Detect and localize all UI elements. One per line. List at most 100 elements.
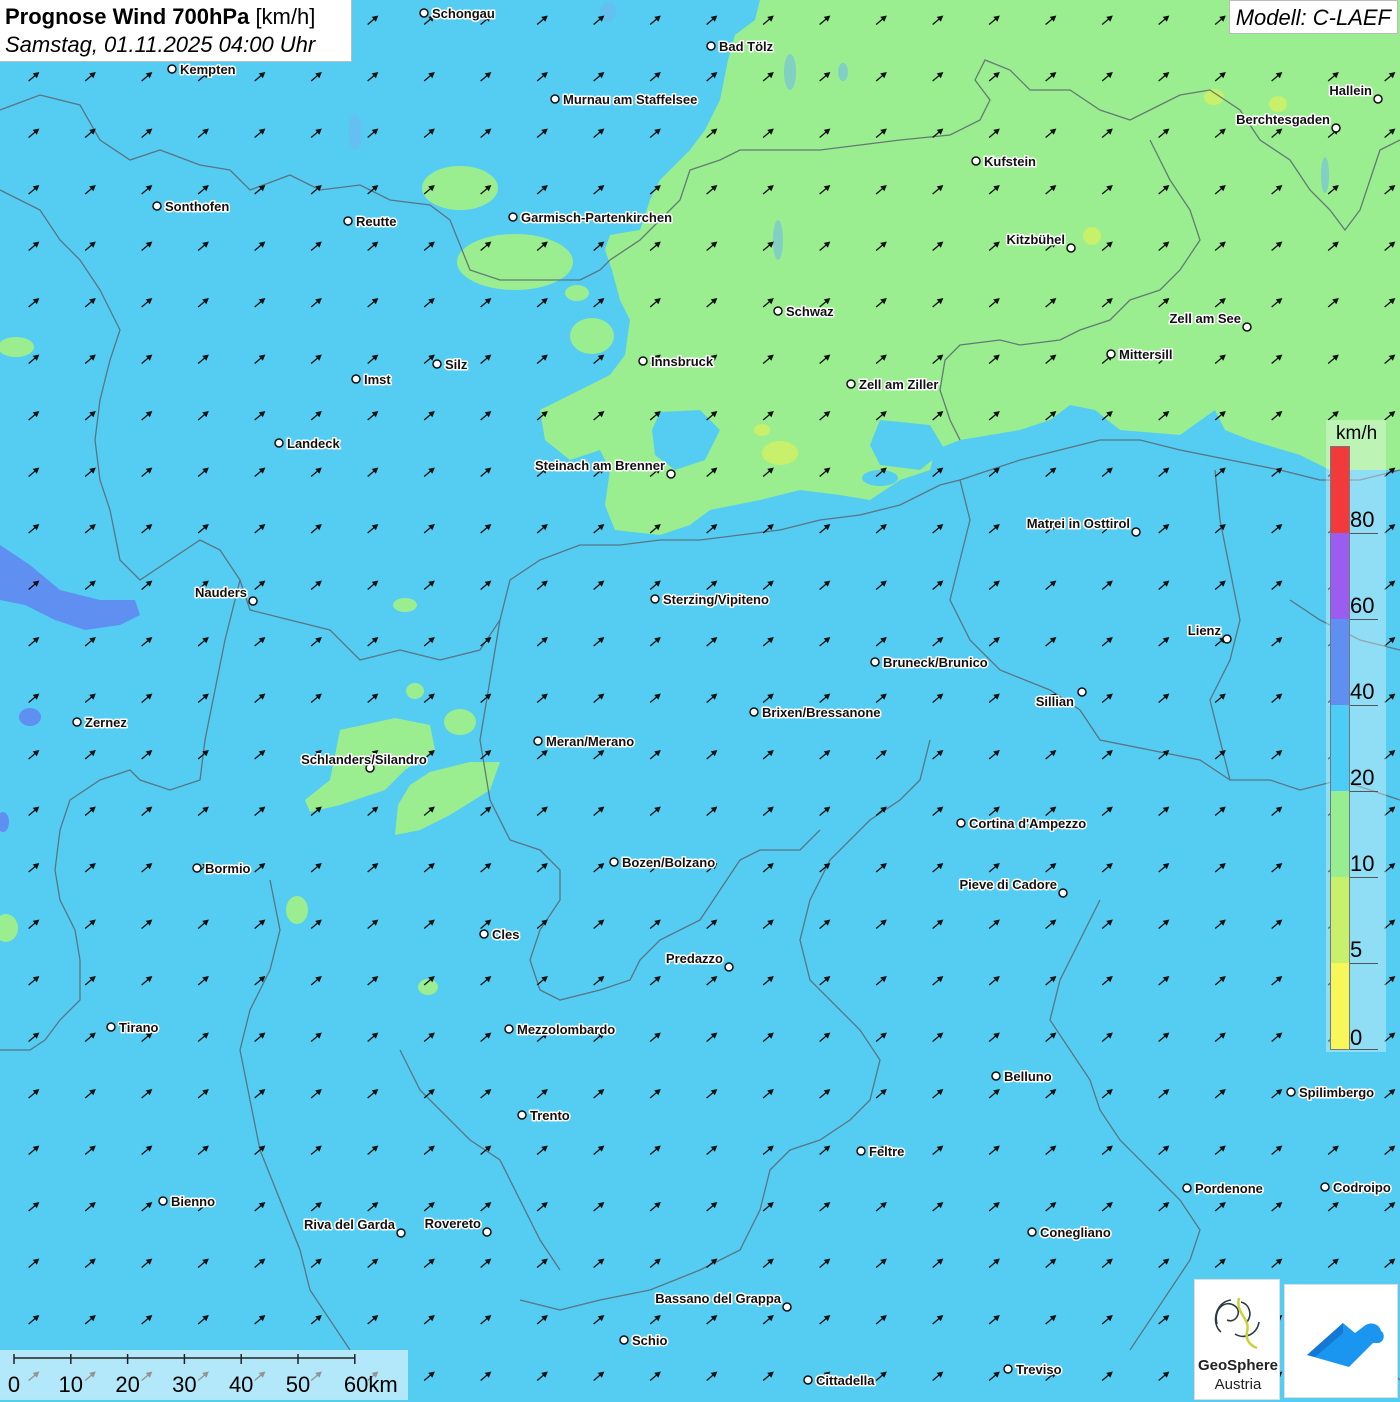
city-label: Pordenone <box>1195 1181 1263 1196</box>
city-label: Mittersill <box>1119 347 1172 362</box>
legend-tick <box>1350 791 1378 792</box>
city-dot <box>343 216 353 226</box>
city-dot <box>158 1196 168 1206</box>
city-dot <box>482 1227 492 1237</box>
city-dot <box>419 8 429 18</box>
city-marker: Innsbruck <box>638 353 715 371</box>
city-dot <box>706 41 716 51</box>
city-dot <box>1222 634 1232 644</box>
legend-swatch <box>1331 791 1349 877</box>
city-dot <box>248 596 258 606</box>
city-label: Kitzbühel <box>1007 232 1066 247</box>
city-marker: Cortina d'Ampezzo <box>956 815 1088 833</box>
scale-label: 0 <box>7 1372 21 1397</box>
app-logo[interactable] <box>1284 1284 1398 1398</box>
legend-tick <box>1350 877 1378 878</box>
city-dot <box>609 857 619 867</box>
city-label: Treviso <box>1016 1362 1062 1377</box>
city-dot <box>432 359 442 369</box>
city-dot <box>773 306 783 316</box>
city-marker: Murnau am Staffelsee <box>550 91 699 109</box>
city-marker: Mezzolombardo <box>504 1021 617 1039</box>
city-label: Bruneck/Brunico <box>883 655 988 670</box>
city-label: Riva del Garda <box>304 1217 396 1232</box>
legend-label: 20 <box>1350 765 1375 790</box>
city-label: Cortina d'Ampezzo <box>969 816 1086 831</box>
legend-unit: km/h <box>1336 423 1378 444</box>
city-label: Nauders <box>195 585 247 600</box>
city-label: Kempten <box>180 62 236 77</box>
city-dot <box>619 1335 629 1345</box>
city-dot <box>479 929 489 939</box>
scale-label: 30 <box>172 1372 197 1397</box>
city-dot <box>1106 349 1116 359</box>
city-label: Innsbruck <box>651 354 714 369</box>
city-dot <box>1182 1183 1192 1193</box>
city-dot <box>1066 243 1076 253</box>
city-marker: Bruneck/Brunico <box>870 654 989 672</box>
model-label: Modell: C-LAEF <box>1228 0 1398 34</box>
city-dot <box>749 707 759 717</box>
city-dot <box>870 657 880 667</box>
city-dot <box>650 594 660 604</box>
legend-label: 0 <box>1350 1025 1363 1050</box>
city-label: Matrei in Osttirol <box>1027 516 1130 531</box>
map-title-text: Prognose Wind 700hPa <box>5 4 250 29</box>
city-label: Schio <box>632 1333 667 1348</box>
city-label: Lienz <box>1188 623 1222 638</box>
scale-label: 50 <box>285 1372 311 1397</box>
city-dot <box>1320 1182 1330 1192</box>
scale-label: 60km <box>343 1372 398 1397</box>
city-label: Trento <box>530 1108 570 1123</box>
city-label: Zell am See <box>1169 311 1241 326</box>
city-label: Bassano del Grappa <box>655 1291 781 1306</box>
city-dot <box>856 1146 866 1156</box>
city-label: Feltre <box>869 1144 904 1159</box>
city-marker: Pordenone <box>1182 1180 1264 1198</box>
city-dot <box>508 212 518 222</box>
legend-label: 10 <box>1350 851 1375 876</box>
city-dot <box>1131 527 1141 537</box>
legend-label: 40 <box>1350 679 1375 704</box>
city-marker: Meran/Merano <box>533 733 636 751</box>
city-label: Mezzolombardo <box>517 1022 615 1037</box>
city-dot <box>1027 1227 1037 1237</box>
geosphere-country: Austria <box>1214 1376 1262 1393</box>
city-label: Spilimbergo <box>1299 1085 1374 1100</box>
city-label: Murnau am Staffelsee <box>563 92 697 107</box>
city-label: Sterzing/Vipiteno <box>663 592 769 607</box>
legend-tick <box>1350 619 1378 620</box>
city-dot <box>846 379 856 389</box>
legend-tick <box>1350 533 1378 534</box>
city-dot <box>274 438 284 448</box>
city-dot <box>638 356 648 366</box>
city-dot <box>1058 888 1068 898</box>
legend-swatch <box>1331 877 1349 963</box>
city-label: Hallein <box>1329 83 1372 98</box>
city-dot <box>1331 123 1341 133</box>
city-label: Landeck <box>287 436 341 451</box>
city-dot <box>666 469 676 479</box>
city-dot <box>152 201 162 211</box>
city-dot <box>1242 322 1252 332</box>
city-label: Garmisch-Partenkirchen <box>521 210 672 225</box>
city-label: Berchtesgaden <box>1236 112 1330 127</box>
city-dot <box>106 1022 116 1032</box>
city-marker: Bozen/Bolzano <box>609 854 717 872</box>
city-marker: Spilimbergo <box>1286 1084 1376 1102</box>
city-dot <box>167 64 177 74</box>
map-title: Prognose Wind 700hPa [km/h] <box>5 3 351 31</box>
legend-swatch <box>1331 533 1349 619</box>
geosphere-name: GeoSphere <box>1197 1357 1279 1374</box>
city-dot <box>1077 687 1087 697</box>
city-marker: Schongau <box>419 5 496 23</box>
city-label: Sonthofen <box>165 199 229 214</box>
scale-label: 10 <box>58 1372 84 1397</box>
city-dot <box>396 1228 406 1238</box>
map-title-unit: [km/h] <box>255 4 316 29</box>
city-label: Cittadella <box>816 1373 875 1388</box>
legend-swatch <box>1331 963 1349 1049</box>
city-dot <box>1373 94 1383 104</box>
city-dot <box>550 94 560 104</box>
geosphere-logo[interactable]: GeoSphere Austria <box>1194 1279 1280 1400</box>
